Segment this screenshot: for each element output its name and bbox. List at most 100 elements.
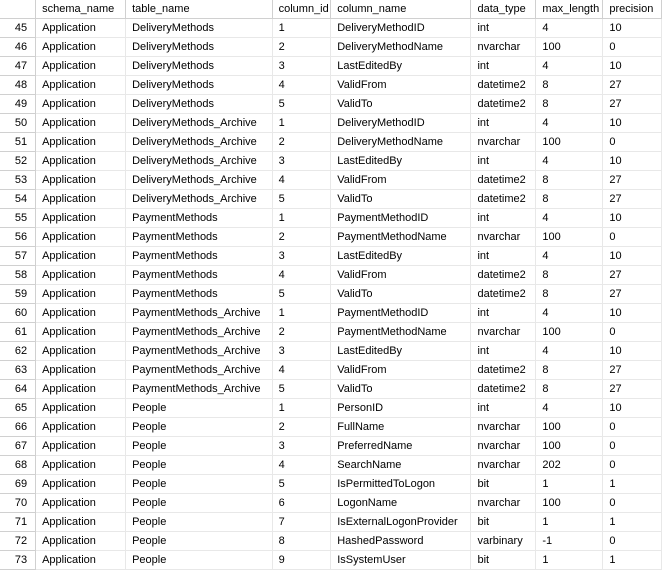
row-number[interactable]: 66	[0, 418, 36, 437]
cell-max-length[interactable]: 8	[536, 76, 603, 95]
table-row[interactable]: 50ApplicationDeliveryMethods_Archive1Del…	[0, 114, 662, 133]
results-grid[interactable]: schema_name table_name column_id column_…	[0, 0, 662, 570]
cell-schema-name[interactable]: Application	[36, 418, 126, 437]
row-number[interactable]: 45	[0, 19, 36, 38]
col-header-table-name[interactable]: table_name	[126, 0, 273, 19]
cell-max-length[interactable]: 8	[536, 171, 603, 190]
cell-table-name[interactable]: DeliveryMethods	[126, 57, 273, 76]
cell-precision[interactable]: 10	[603, 19, 662, 38]
cell-precision[interactable]: 0	[603, 323, 662, 342]
cell-column-name[interactable]: LastEditedBy	[331, 152, 471, 171]
cell-data-type[interactable]: bit	[471, 551, 536, 570]
cell-table-name[interactable]: PaymentMethods_Archive	[126, 380, 273, 399]
cell-column-id[interactable]: 2	[272, 133, 331, 152]
cell-precision[interactable]: 0	[603, 494, 662, 513]
cell-column-id[interactable]: 5	[272, 190, 331, 209]
row-number[interactable]: 72	[0, 532, 36, 551]
cell-schema-name[interactable]: Application	[36, 342, 126, 361]
cell-data-type[interactable]: datetime2	[471, 171, 536, 190]
cell-schema-name[interactable]: Application	[36, 152, 126, 171]
cell-max-length[interactable]: 100	[536, 437, 603, 456]
table-row[interactable]: 57ApplicationPaymentMethods3LastEditedBy…	[0, 247, 662, 266]
cell-schema-name[interactable]: Application	[36, 532, 126, 551]
cell-data-type[interactable]: int	[471, 399, 536, 418]
row-number[interactable]: 69	[0, 475, 36, 494]
cell-precision[interactable]: 0	[603, 228, 662, 247]
table-row[interactable]: 52ApplicationDeliveryMethods_Archive3Las…	[0, 152, 662, 171]
cell-max-length[interactable]: 202	[536, 456, 603, 475]
cell-column-name[interactable]: FullName	[331, 418, 471, 437]
row-number[interactable]: 71	[0, 513, 36, 532]
cell-precision[interactable]: 27	[603, 380, 662, 399]
table-row[interactable]: 60ApplicationPaymentMethods_Archive1Paym…	[0, 304, 662, 323]
row-number[interactable]: 62	[0, 342, 36, 361]
table-row[interactable]: 67ApplicationPeople3PreferredNamenvarcha…	[0, 437, 662, 456]
table-row[interactable]: 54ApplicationDeliveryMethods_Archive5Val…	[0, 190, 662, 209]
cell-max-length[interactable]: 1	[536, 513, 603, 532]
cell-column-name[interactable]: LastEditedBy	[331, 57, 471, 76]
table-row[interactable]: 56ApplicationPaymentMethods2PaymentMetho…	[0, 228, 662, 247]
cell-precision[interactable]: 0	[603, 38, 662, 57]
cell-precision[interactable]: 10	[603, 304, 662, 323]
cell-column-name[interactable]: PaymentMethodName	[331, 323, 471, 342]
table-row[interactable]: 51ApplicationDeliveryMethods_Archive2Del…	[0, 133, 662, 152]
table-row[interactable]: 49ApplicationDeliveryMethods5ValidTodate…	[0, 95, 662, 114]
table-row[interactable]: 62ApplicationPaymentMethods_Archive3Last…	[0, 342, 662, 361]
row-number[interactable]: 59	[0, 285, 36, 304]
table-row[interactable]: 47ApplicationDeliveryMethods3LastEditedB…	[0, 57, 662, 76]
cell-column-id[interactable]: 2	[272, 323, 331, 342]
cell-precision[interactable]: 27	[603, 171, 662, 190]
row-number[interactable]: 61	[0, 323, 36, 342]
cell-column-name[interactable]: DeliveryMethodID	[331, 114, 471, 133]
col-header-max-length[interactable]: max_length	[536, 0, 603, 19]
table-row[interactable]: 46ApplicationDeliveryMethods2DeliveryMet…	[0, 38, 662, 57]
row-number[interactable]: 65	[0, 399, 36, 418]
cell-max-length[interactable]: 100	[536, 494, 603, 513]
cell-max-length[interactable]: 4	[536, 342, 603, 361]
cell-column-name[interactable]: DeliveryMethodID	[331, 19, 471, 38]
cell-max-length[interactable]: 8	[536, 285, 603, 304]
cell-max-length[interactable]: 4	[536, 114, 603, 133]
cell-data-type[interactable]: nvarchar	[471, 323, 536, 342]
col-header-schema-name[interactable]: schema_name	[36, 0, 126, 19]
cell-data-type[interactable]: varbinary	[471, 532, 536, 551]
col-header-data-type[interactable]: data_type	[471, 0, 536, 19]
table-row[interactable]: 71ApplicationPeople7IsExternalLogonProvi…	[0, 513, 662, 532]
cell-column-id[interactable]: 5	[272, 285, 331, 304]
row-number[interactable]: 46	[0, 38, 36, 57]
cell-precision[interactable]: 1	[603, 513, 662, 532]
cell-precision[interactable]: 10	[603, 152, 662, 171]
cell-table-name[interactable]: DeliveryMethods	[126, 19, 273, 38]
cell-schema-name[interactable]: Application	[36, 456, 126, 475]
table-row[interactable]: 58ApplicationPaymentMethods4ValidFromdat…	[0, 266, 662, 285]
cell-table-name[interactable]: PaymentMethods	[126, 266, 273, 285]
cell-precision[interactable]: 27	[603, 361, 662, 380]
row-number[interactable]: 53	[0, 171, 36, 190]
cell-schema-name[interactable]: Application	[36, 76, 126, 95]
cell-schema-name[interactable]: Application	[36, 361, 126, 380]
cell-table-name[interactable]: DeliveryMethods_Archive	[126, 190, 273, 209]
cell-schema-name[interactable]: Application	[36, 57, 126, 76]
cell-max-length[interactable]: 8	[536, 380, 603, 399]
cell-column-name[interactable]: ValidTo	[331, 190, 471, 209]
cell-precision[interactable]: 1	[603, 551, 662, 570]
cell-data-type[interactable]: nvarchar	[471, 437, 536, 456]
cell-schema-name[interactable]: Application	[36, 171, 126, 190]
table-row[interactable]: 72ApplicationPeople8HashedPasswordvarbin…	[0, 532, 662, 551]
cell-data-type[interactable]: int	[471, 152, 536, 171]
cell-column-name[interactable]: LogonName	[331, 494, 471, 513]
row-number[interactable]: 49	[0, 95, 36, 114]
cell-column-name[interactable]: DeliveryMethodName	[331, 38, 471, 57]
table-row[interactable]: 69ApplicationPeople5IsPermittedToLogonbi…	[0, 475, 662, 494]
cell-table-name[interactable]: People	[126, 532, 273, 551]
row-number[interactable]: 68	[0, 456, 36, 475]
cell-max-length[interactable]: 100	[536, 38, 603, 57]
cell-table-name[interactable]: PaymentMethods	[126, 228, 273, 247]
cell-column-id[interactable]: 3	[272, 342, 331, 361]
row-number[interactable]: 60	[0, 304, 36, 323]
cell-column-id[interactable]: 7	[272, 513, 331, 532]
cell-column-name[interactable]: IsSystemUser	[331, 551, 471, 570]
cell-precision[interactable]: 27	[603, 266, 662, 285]
cell-precision[interactable]: 10	[603, 209, 662, 228]
cell-column-name[interactable]: PaymentMethodID	[331, 209, 471, 228]
